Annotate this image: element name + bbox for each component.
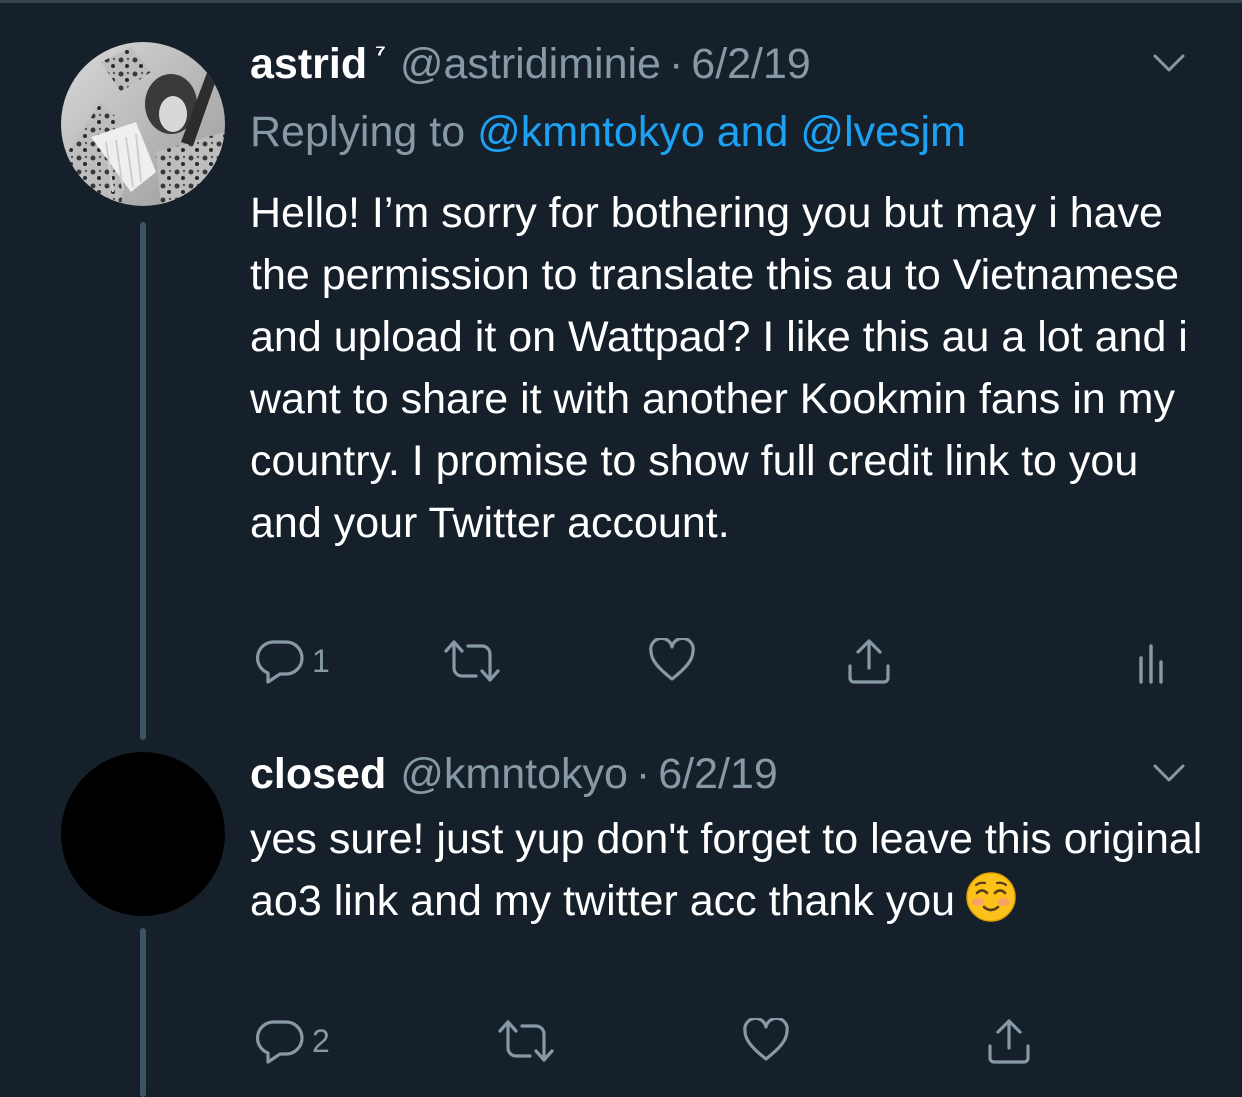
display-name[interactable]: closed — [250, 750, 386, 799]
replying-to: Replying to @kmntokyo and @lvesjm — [250, 108, 966, 157]
separator-dot: · — [635, 750, 651, 798]
thread-line — [140, 928, 146, 1097]
analytics-icon — [1139, 644, 1163, 684]
share-icon — [988, 1019, 1030, 1064]
display-name[interactable]: astrid — [250, 40, 367, 89]
retweet-icon — [498, 1020, 554, 1062]
user-handle[interactable]: @kmntokyo — [400, 750, 628, 799]
retweet-button[interactable] — [496, 1018, 556, 1064]
tweet-header: closed @kmntokyo · 6/2/19 — [250, 750, 778, 806]
retweet-button[interactable] — [442, 638, 502, 684]
mention-and[interactable]: and — [717, 108, 789, 156]
separator-dot: · — [668, 40, 684, 88]
tweet-date[interactable]: 6/2/19 — [658, 750, 778, 799]
reply-count: 1 — [312, 642, 330, 679]
like-icon — [743, 1018, 789, 1061]
analytics-button[interactable] — [1136, 638, 1168, 684]
reply-button[interactable]: 1 — [254, 638, 330, 684]
like-icon — [649, 638, 695, 681]
avatar[interactable] — [61, 42, 225, 206]
thread-line — [140, 222, 146, 740]
tweet-closed[interactable]: closed @kmntokyo · 6/2/19 yes sure! just… — [0, 740, 1242, 1097]
tweet-date[interactable]: 6/2/19 — [691, 40, 811, 89]
share-button[interactable] — [986, 1018, 1032, 1066]
like-button[interactable] — [742, 1018, 790, 1062]
reply-count: 2 — [312, 1022, 330, 1059]
smiling-face-emoji-icon — [966, 872, 1016, 922]
reply-icon — [255, 640, 304, 684]
user-handle[interactable]: @astridiminie — [400, 40, 661, 89]
chevron-down-icon[interactable] — [1152, 762, 1186, 784]
tweet-astrid[interactable]: astrid ⁷ @astridiminie · 6/2/19 Replying… — [0, 0, 1242, 740]
mention-link[interactable]: @kmntokyo — [477, 108, 705, 156]
tweet-text: yes sure! just yup don't forget to leave… — [250, 808, 1210, 932]
retweet-icon — [444, 640, 500, 682]
like-button[interactable] — [648, 638, 696, 682]
share-button[interactable] — [846, 638, 892, 686]
tweet-text: Hello! I’m sorry for bothering you but m… — [250, 189, 1200, 547]
avatar[interactable] — [61, 752, 225, 916]
tweet-header: astrid ⁷ @astridiminie · 6/2/19 — [250, 38, 811, 96]
avatar-photo — [61, 42, 225, 206]
share-icon — [848, 639, 890, 684]
mention-link[interactable]: @lvesjm — [800, 108, 966, 156]
reply-button[interactable]: 2 — [254, 1018, 330, 1064]
replying-prefix: Replying to — [250, 108, 466, 156]
chevron-down-icon[interactable] — [1152, 52, 1186, 74]
name-badge: ⁷ — [375, 38, 386, 68]
tweet-text-content: yes sure! just yup don't forget to leave… — [250, 815, 1215, 925]
tweet-actions: 1 — [250, 638, 1180, 688]
reply-icon — [255, 1020, 304, 1064]
